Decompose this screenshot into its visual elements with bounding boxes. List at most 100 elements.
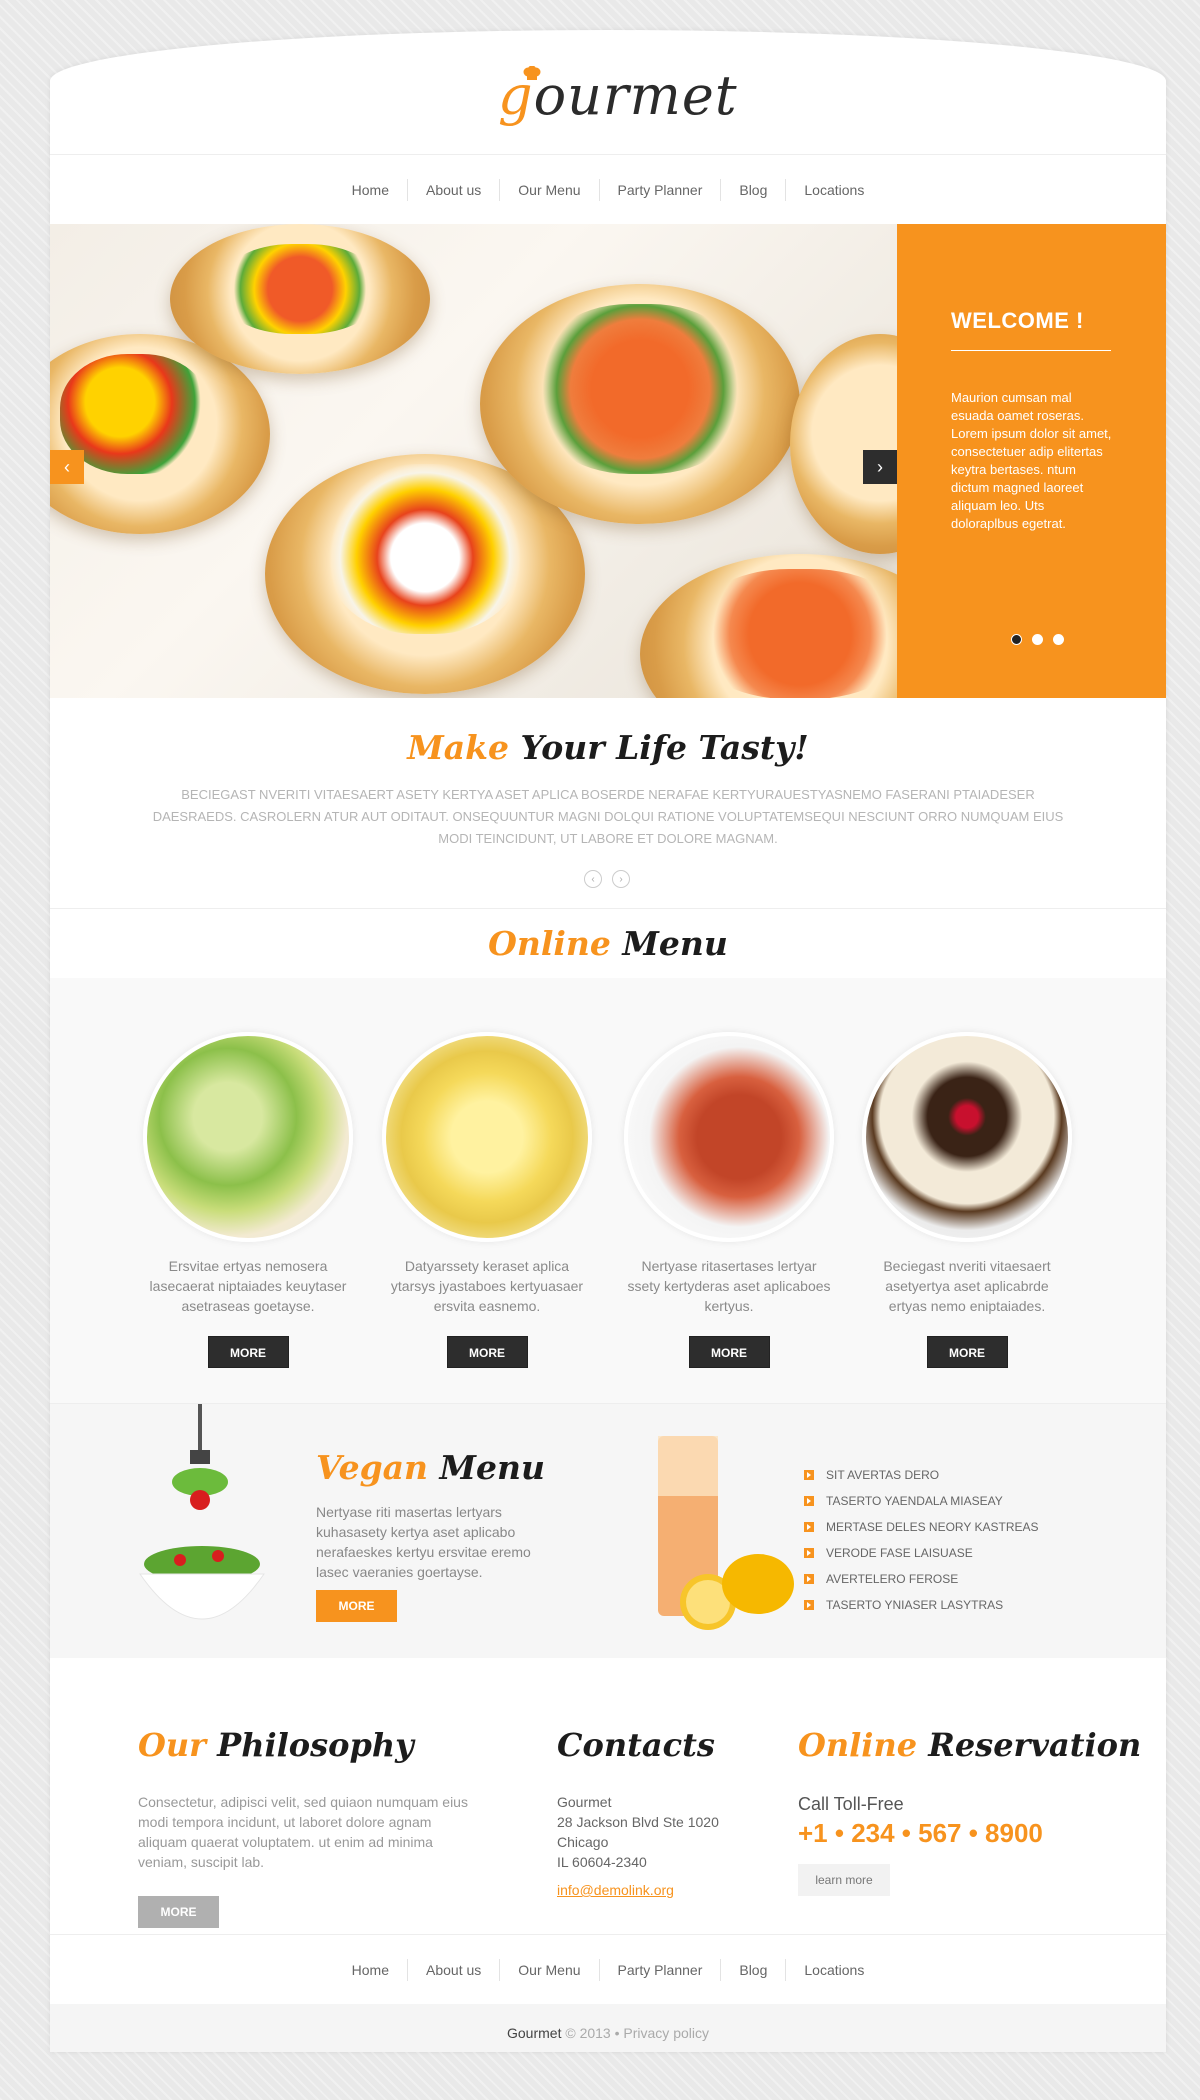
salad-bowl-image — [139, 1404, 265, 1620]
nav-blog[interactable]: Blog — [720, 178, 785, 201]
online-menu-header: Online Menu — [50, 908, 1166, 978]
vegan-menu-section: Vegan Menu Nertyase riti masertas lertya… — [50, 1404, 1166, 1658]
logo[interactable]: gourmet — [498, 64, 738, 127]
header: gourmet — [50, 30, 1166, 154]
nav-party-planner[interactable]: Party Planner — [598, 178, 721, 201]
menu-item: Beciegast nveriti vitaesaert asetyertya … — [857, 1032, 1077, 1368]
menu-item-text: Ersvitae ertyas nemosera lasecaerat nipt… — [149, 1258, 347, 1314]
bullet-arrow-icon — [804, 1522, 814, 1532]
vegan-list-item[interactable]: MERTASE DELES NEORY KASTREAS — [804, 1514, 1039, 1540]
online-menu-section: Ersvitae ertyas nemosera lasecaerat nipt… — [50, 978, 1166, 1404]
reservation-title-rest: Reservation — [928, 1726, 1142, 1764]
philosophy-text: Consectetur, adipisci velit, sed quiaon … — [138, 1794, 468, 1870]
menu-item-more-button[interactable]: MORE — [207, 1336, 289, 1368]
bullet-arrow-icon — [804, 1470, 814, 1480]
vegan-list-item[interactable]: VERODE FASE LAISUASE — [804, 1540, 1039, 1566]
toll-free-number: +1 • 234 • 567 • 8900 — [798, 1818, 1043, 1848]
vegan-list: SIT AVERTAS DERO TASERTO YAENDALA MIASEA… — [804, 1462, 1039, 1618]
testimonial-prev-button[interactable]: ‹ — [584, 870, 602, 888]
menu-item-more-button[interactable]: MORE — [688, 1336, 770, 1368]
menu-item-more-button[interactable]: MORE — [926, 1336, 1008, 1368]
logo-text: ourmet — [533, 64, 738, 127]
nav-our-menu[interactable]: Our Menu — [499, 178, 598, 201]
pasta-image — [382, 1032, 592, 1242]
philosophy-title: Our Philosophy — [138, 1726, 414, 1764]
vegan-list-item-label: TASERTO YAENDALA MIASEAY — [826, 1494, 1003, 1508]
slide-image — [50, 224, 897, 698]
vegan-list-item-label: MERTASE DELES NEORY KASTREAS — [826, 1520, 1039, 1534]
menu-item-more-button[interactable]: MORE — [446, 1336, 528, 1368]
iced-tea-image — [658, 1436, 794, 1630]
footer-nav-blog[interactable]: Blog — [720, 1958, 785, 1981]
philosophy-more-button[interactable]: MORE — [138, 1896, 219, 1928]
copyright-brand: Gourmet — [507, 2025, 562, 2041]
menu-item-text: Nertyase ritasertases lertyar ssety kert… — [627, 1258, 831, 1314]
privacy-policy-link[interactable]: Privacy policy — [623, 2025, 709, 2041]
footer-nav-our-menu[interactable]: Our Menu — [499, 1958, 598, 1981]
copyright-bar: Gourmet © 2013 • Privacy policy — [50, 2004, 1166, 2052]
caesar-salad-image — [143, 1032, 353, 1242]
slider-dot-1[interactable] — [1011, 634, 1022, 645]
vegan-more-button[interactable]: MORE — [316, 1590, 397, 1622]
welcome-text: Maurion cumsan mal esuada oamet roseras.… — [951, 390, 1112, 531]
lobster-image — [624, 1032, 834, 1242]
bullet-arrow-icon — [804, 1496, 814, 1506]
nav-locations[interactable]: Locations — [785, 178, 882, 201]
slider-prev-button[interactable]: ‹ — [50, 450, 84, 484]
online-menu-title-accent: Online — [488, 924, 611, 963]
bullet-arrow-icon — [804, 1600, 814, 1610]
tasty-heading-rest: Your Life Tasty! — [520, 728, 809, 767]
page-container: gourmet Home About us Our Menu Party Pla… — [50, 30, 1166, 2052]
vegan-menu-title-accent: Vegan — [316, 1448, 429, 1487]
tasty-heading: Make Your Life Tasty! — [50, 728, 1166, 767]
vegan-list-item[interactable]: TASERTO YAENDALA MIASEAY — [804, 1488, 1039, 1514]
footer-nav-about[interactable]: About us — [407, 1958, 499, 1981]
menu-item: Datyarssety keraset aplica ytarsys jyast… — [377, 1032, 597, 1368]
vegan-list-item[interactable]: TASERTO YNIASER LASYTRAS — [804, 1592, 1039, 1618]
philosophy-title-rest: Philosophy — [217, 1726, 414, 1764]
vegan-list-item-label: VERODE FASE LAISUASE — [826, 1546, 973, 1560]
cake-image — [862, 1032, 1072, 1242]
nav-home[interactable]: Home — [334, 179, 407, 201]
footer-nav-locations[interactable]: Locations — [785, 1958, 882, 1981]
tasty-text: Beciegast nveriti vitaesaert asety kerty… — [152, 787, 1064, 846]
contacts-line: Chicago — [557, 1834, 609, 1850]
slider-dot-3[interactable] — [1053, 634, 1064, 645]
footer-nav-party-planner[interactable]: Party Planner — [598, 1958, 721, 1981]
copyright-year: © 2013 — [565, 2025, 611, 2041]
hero-slider: ‹ › WELCOME ! Maurion cumsan mal esuada … — [50, 224, 1166, 698]
copyright-separator: • — [614, 2025, 620, 2041]
vegan-list-item-label: TASERTO YNIASER LASYTRAS — [826, 1598, 1004, 1612]
online-menu-title-rest: Menu — [622, 924, 728, 963]
menu-item-text: Beciegast nveriti vitaesaert asetyertya … — [883, 1258, 1051, 1314]
contacts-line: 28 Jackson Blvd Ste 1020 — [557, 1814, 719, 1830]
footer-nav-home[interactable]: Home — [334, 1959, 407, 1981]
main-nav: Home About us Our Menu Party Planner Blo… — [50, 154, 1166, 224]
contacts-email-link[interactable]: info@demolink.org — [557, 1880, 719, 1900]
menu-item: Ersvitae ertyas nemosera lasecaerat nipt… — [138, 1032, 358, 1368]
slider-pagination — [1011, 634, 1064, 645]
slider-dot-2[interactable] — [1032, 634, 1043, 645]
vegan-list-item-label: SIT AVERTAS DERO — [826, 1468, 940, 1482]
vegan-list-item[interactable]: AVERTELERO FEROSE — [804, 1566, 1039, 1592]
online-menu-title: Online Menu — [50, 909, 1166, 979]
bullet-arrow-icon — [804, 1574, 814, 1584]
welcome-title: WELCOME ! — [951, 308, 1111, 351]
learn-more-button[interactable]: learn more — [798, 1864, 890, 1896]
nav-about[interactable]: About us — [407, 178, 499, 201]
menu-item: Nertyase ritasertases lertyar ssety kert… — [619, 1032, 839, 1368]
reservation-title-accent: Online — [798, 1726, 918, 1764]
footer-nav: Home About us Our Menu Party Planner Blo… — [50, 1934, 1166, 2004]
welcome-panel: WELCOME ! Maurion cumsan mal esuada oame… — [897, 224, 1166, 698]
tasty-heading-accent: Make — [407, 728, 509, 767]
menu-item-text: Datyarssety keraset aplica ytarsys jyast… — [390, 1258, 584, 1314]
contacts-line: Gourmet — [557, 1794, 612, 1810]
testimonial-next-button[interactable]: › — [612, 870, 630, 888]
vegan-list-item-label: AVERTELERO FEROSE — [826, 1572, 959, 1586]
slider-next-button[interactable]: › — [863, 450, 897, 484]
toll-free-label: Call Toll-Free — [798, 1794, 904, 1814]
vegan-menu-title: Vegan Menu — [316, 1448, 545, 1487]
vegan-list-item[interactable]: SIT AVERTAS DERO — [804, 1462, 1039, 1488]
contacts-line: IL 60604-2340 — [557, 1854, 647, 1870]
vegan-menu-text: Nertyase riti masertas lertyars kuhasase… — [316, 1504, 531, 1580]
